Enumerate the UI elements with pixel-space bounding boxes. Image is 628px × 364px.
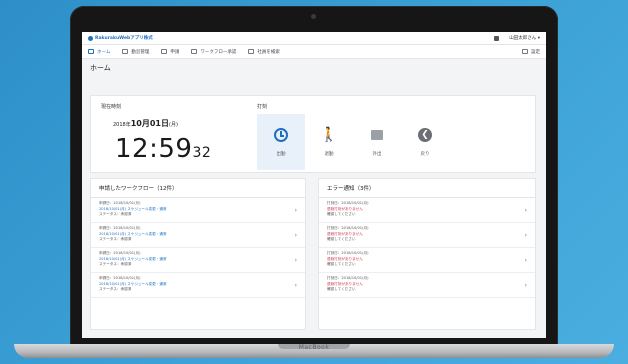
page-title: ホーム — [82, 59, 546, 77]
chevron-right-icon: › — [294, 207, 297, 214]
calendar-icon — [122, 49, 129, 54]
clock-icon — [274, 128, 288, 142]
user-menu[interactable]: 山田太郎さん ▾ — [509, 35, 540, 41]
chevron-right-icon: › — [524, 257, 527, 264]
people-icon — [248, 49, 255, 54]
workflow-list-card: 申請したワークフロー（12件） 申請日：2018/10/01(月) 2018/1… — [90, 178, 306, 330]
device-brand: MacBook — [298, 344, 330, 351]
chevron-right-icon: › — [524, 232, 527, 239]
punch-buttons: 出勤 🚶 退勤 外出 ❮ 戻り — [257, 114, 449, 170]
main-nav: ホーム 勤怠管理 申請 ワークフロー承認 社員を検索 設定 — [82, 45, 546, 59]
chevron-right-icon: › — [294, 282, 297, 289]
home-icon — [88, 49, 94, 54]
list-item[interactable]: 申請日：2018/10/01(月) 2018/10/01(月) スケジュール変更… — [91, 273, 305, 298]
laptop-lid: RakurakuWeb‌アプリ株式 山田太郎さん ▾ ホーム 勤怠管理 申請 — [70, 6, 558, 348]
app-logo[interactable]: RakurakuWeb‌アプリ株式 — [88, 35, 153, 41]
chevron-right-icon: › — [294, 257, 297, 264]
nav-item-attendance[interactable]: 勤怠管理 — [122, 49, 149, 55]
chevron-right-icon: › — [524, 282, 527, 289]
punch-label: 打刻 — [257, 104, 268, 110]
error-list-card: エラー通知（3件） 打刻日：2018/10/01(月) 退勤打刻がありません 確… — [318, 178, 536, 330]
clock-in-button[interactable]: 出勤 — [257, 114, 305, 170]
return-button[interactable]: ❮ 戻り — [401, 114, 449, 170]
time-clock-card: 現在時刻 2018年10月01日(月) 12:5932 打刻 出勤 🚶 退勤 外… — [90, 95, 536, 173]
go-out-button[interactable]: 外出 — [353, 114, 401, 170]
gear-icon — [522, 49, 528, 54]
walking-icon: 🚶 — [320, 127, 338, 143]
nav-item-settings[interactable]: 設定 — [522, 49, 540, 55]
list-item[interactable]: 申請日：2018/10/01(月) 2018/10/01(月) スケジュール変更… — [91, 223, 305, 248]
nav-item-employee-search[interactable]: 社員を検索 — [248, 49, 280, 55]
list-item[interactable]: 打刻日：2018/10/01(月) 退勤打刻がありません 確認してください › — [319, 273, 535, 298]
logo-icon — [88, 35, 93, 41]
clock-out-button[interactable]: 🚶 退勤 — [305, 114, 353, 170]
notification-icon[interactable] — [494, 35, 500, 41]
laptop-base: MacBook — [14, 344, 614, 358]
list-item[interactable]: 申請日：2018/10/01(月) 2018/10/01(月) スケジュール変更… — [91, 198, 305, 223]
memo-icon — [371, 130, 383, 140]
document-icon — [161, 49, 168, 54]
list-item[interactable]: 打刻日：2018/10/01(月) 退勤打刻がありません 確認してください › — [319, 198, 535, 223]
nav-item-application[interactable]: 申請 — [161, 49, 179, 55]
list-item[interactable]: 打刻日：2018/10/01(月) 退勤打刻がありません 確認してください › — [319, 248, 535, 273]
webcam — [311, 14, 316, 19]
error-list-title: エラー通知（3件） — [319, 179, 535, 198]
list-item[interactable]: 打刻日：2018/10/01(月) 退勤打刻がありません 確認してください › — [319, 223, 535, 248]
chevron-right-icon: › — [294, 232, 297, 239]
workflow-icon — [191, 49, 198, 54]
workflow-list-title: 申請したワークフロー（12件） — [91, 179, 305, 198]
current-time: 12:5932 — [115, 134, 212, 164]
nav-item-home[interactable]: ホーム — [88, 49, 110, 55]
nav-item-workflow[interactable]: ワークフロー承認 — [191, 49, 236, 55]
laptop-screen: RakurakuWeb‌アプリ株式 山田太郎さん ▾ ホーム 勤怠管理 申請 — [82, 32, 546, 338]
list-item[interactable]: 申請日：2018/10/01(月) 2018/10/01(月) スケジュール変更… — [91, 248, 305, 273]
logo-text: RakurakuWeb‌アプリ株式 — [95, 36, 153, 41]
chevron-right-icon: › — [524, 207, 527, 214]
app-header: RakurakuWeb‌アプリ株式 山田太郎さん ▾ — [82, 32, 546, 45]
return-icon: ❮ — [418, 128, 432, 142]
current-time-label: 現在時刻 — [101, 104, 122, 110]
current-date: 2018年10月01日(月) — [113, 119, 178, 128]
